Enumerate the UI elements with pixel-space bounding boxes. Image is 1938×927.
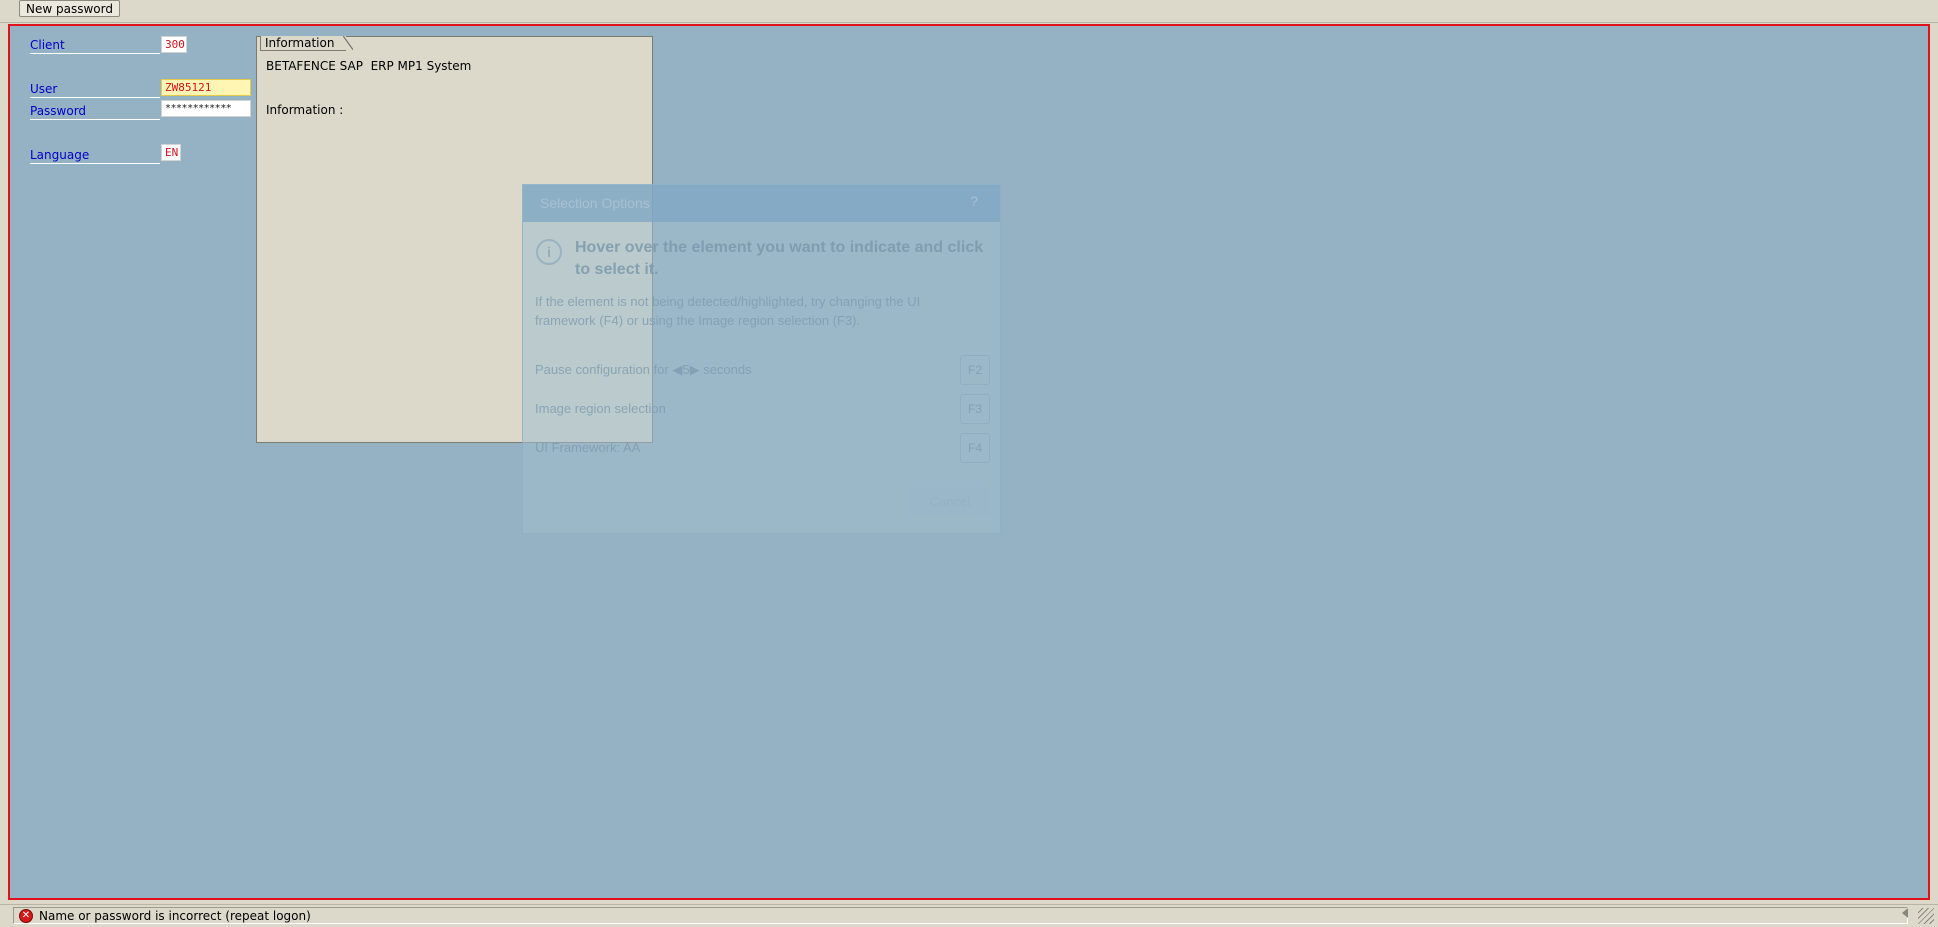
dialog-heading: Hover over the element you want to indic… xyxy=(575,239,984,278)
client-label: Client xyxy=(30,37,160,54)
cancel-button[interactable]: Cancel xyxy=(910,487,990,517)
ui-framework-key-button[interactable]: F4 xyxy=(960,433,990,463)
system-name-text: BETAFENCE SAP ERP MP1 System xyxy=(266,59,472,73)
status-collapse-arrow-icon[interactable] xyxy=(1902,908,1908,918)
client-field[interactable]: 300 xyxy=(161,36,187,53)
dialog-title: Selection Options xyxy=(540,195,650,211)
dialog-description: If the element is not being detected/hig… xyxy=(535,294,921,328)
pause-key-button[interactable]: F2 xyxy=(960,355,990,385)
decrease-arrow-icon[interactable]: ◀ xyxy=(672,362,682,377)
user-label: User xyxy=(30,81,160,98)
status-message: Name or password is incorrect (repeat lo… xyxy=(39,909,311,923)
pause-seconds-value[interactable]: 5 xyxy=(682,362,689,377)
status-bar: ✕ Name or password is incorrect (repeat … xyxy=(0,904,1938,927)
status-message-area[interactable]: ✕ Name or password is incorrect (repeat … xyxy=(13,907,1908,924)
resize-grip-icon[interactable] xyxy=(1918,908,1934,924)
password-field[interactable]: ************ xyxy=(161,100,251,117)
language-field[interactable]: EN xyxy=(161,144,181,161)
image-region-label[interactable]: Image region selection xyxy=(535,401,666,416)
application-toolbar: New password xyxy=(0,0,1938,23)
pause-prefix: Pause configuration for xyxy=(535,362,669,377)
password-label: Password xyxy=(30,103,160,120)
pause-suffix: seconds xyxy=(703,362,752,377)
information-tab: Information xyxy=(260,36,354,51)
information-text: Information : xyxy=(266,103,344,117)
pause-row: Pause configuration for ◀5▶ seconds xyxy=(535,362,752,378)
ui-framework-label[interactable]: UI Framework: AA xyxy=(535,440,640,455)
selection-options-dialog: Selection Options ? i Hover over the ele… xyxy=(522,184,1001,534)
image-region-key-button[interactable]: F3 xyxy=(960,394,990,424)
info-icon: i xyxy=(536,239,562,265)
error-icon: ✕ xyxy=(19,909,33,923)
dialog-header: Selection Options ? xyxy=(523,185,1000,222)
help-icon[interactable]: ? xyxy=(970,193,978,209)
user-field[interactable]: ZW85121 xyxy=(161,79,251,96)
language-label: Language xyxy=(30,147,160,164)
increase-arrow-icon[interactable]: ▶ xyxy=(690,362,700,377)
new-password-button[interactable]: New password xyxy=(19,0,120,17)
